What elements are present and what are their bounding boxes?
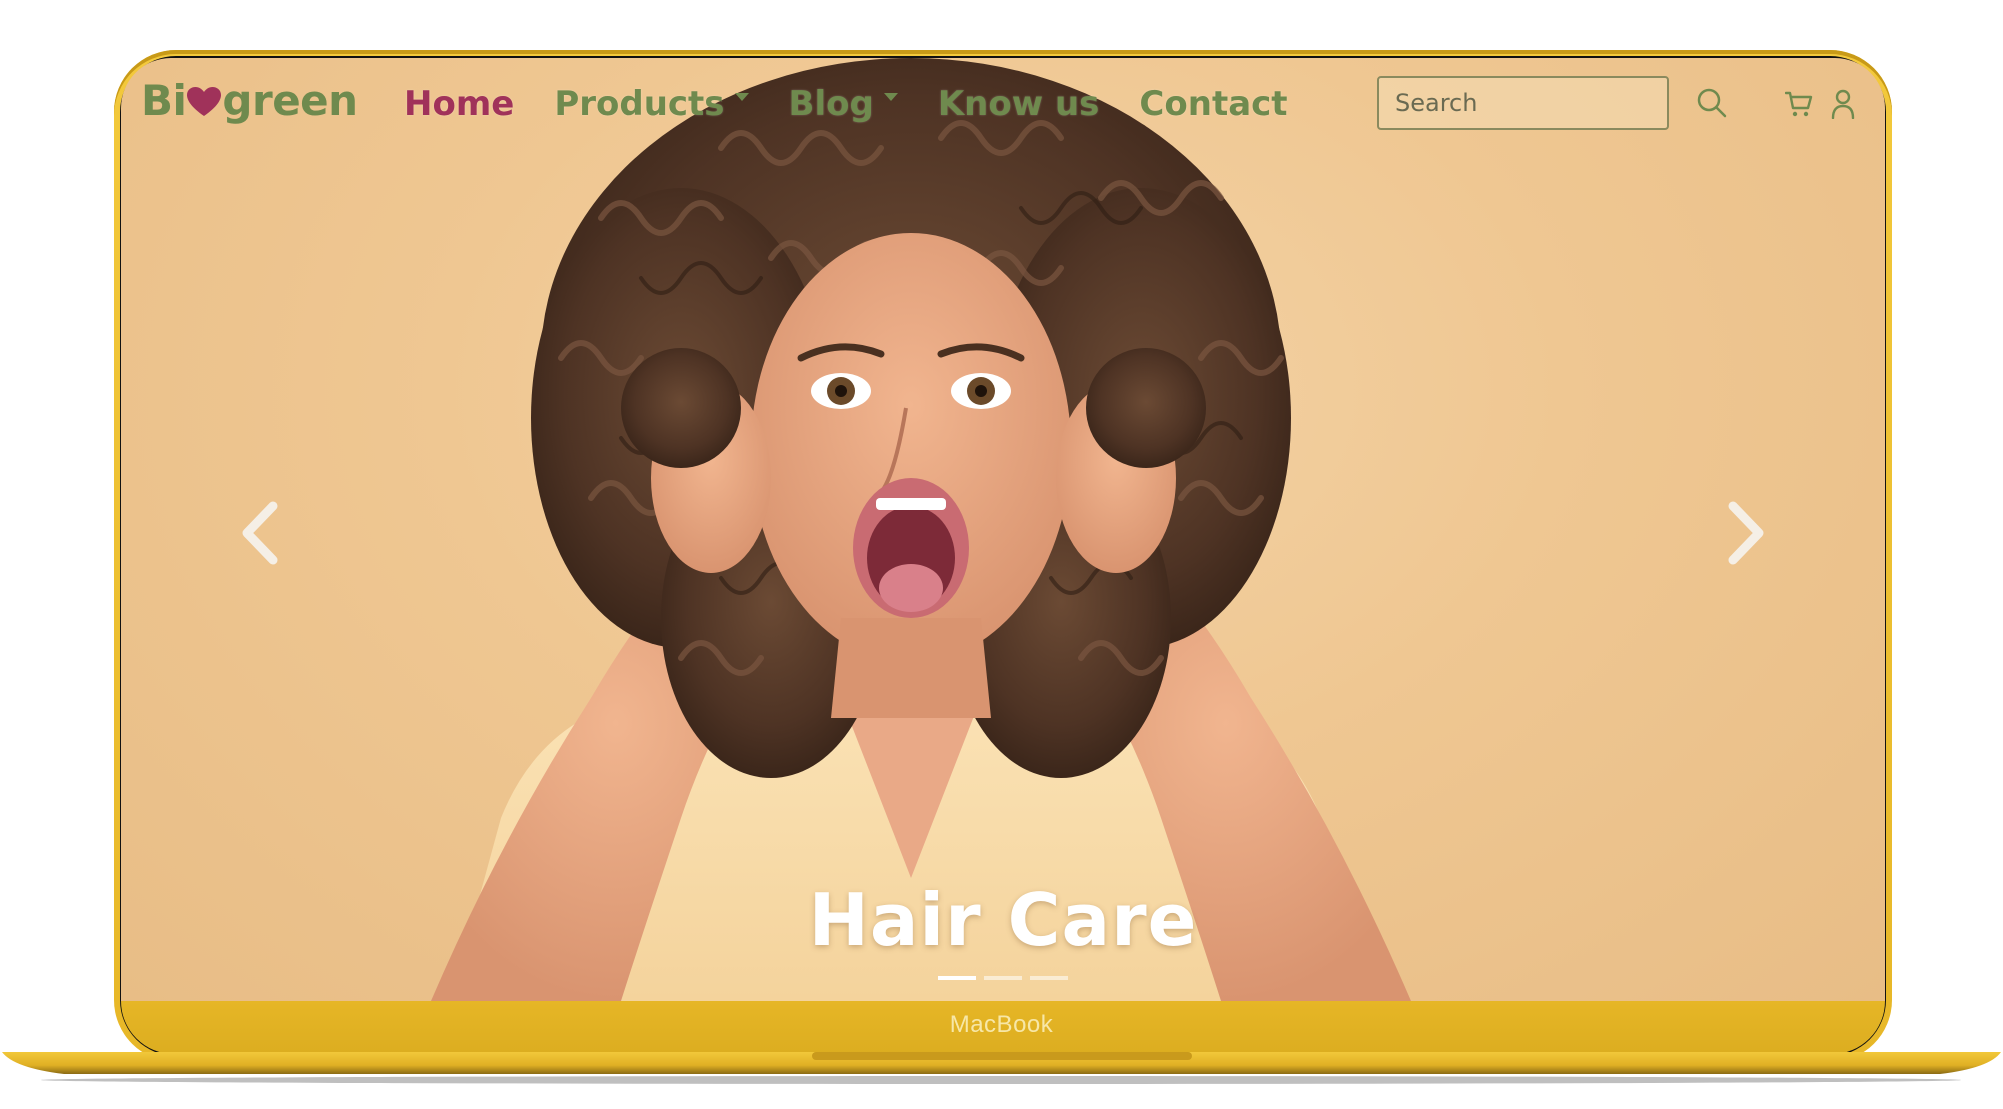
nav-contact[interactable]: Contact — [1139, 84, 1287, 124]
carousel-indicator[interactable] — [984, 976, 1022, 980]
nav-blog-label: Blog — [788, 84, 874, 124]
chevron-left-icon[interactable] — [231, 498, 291, 568]
nav-home[interactable]: Home — [404, 84, 514, 124]
device-brand-label: MacBook — [949, 1011, 1054, 1038]
hero-image — [431, 58, 1411, 1001]
search-input[interactable] — [1377, 76, 1669, 130]
cart-icon[interactable] — [1785, 90, 1813, 118]
site-navbar: Bi green Home Products Blog Know us Conta… — [121, 58, 1885, 170]
carousel-indicator[interactable] — [1030, 976, 1068, 980]
chevron-down-icon — [883, 93, 898, 101]
chevron-right-icon[interactable] — [1715, 498, 1775, 568]
heart-icon — [187, 87, 222, 116]
website-screen: Bi green Home Products Blog Know us Conta… — [121, 58, 1885, 1001]
carousel-indicator[interactable] — [938, 976, 976, 980]
carousel-indicators — [121, 976, 1885, 980]
nav-blog[interactable]: Blog — [789, 84, 898, 124]
site-logo[interactable]: Bi green — [141, 76, 358, 125]
nav-know-us[interactable]: Know us — [938, 84, 1100, 124]
chevron-down-icon — [734, 93, 749, 101]
search-icon[interactable] — [1697, 88, 1727, 118]
nav-products[interactable]: Products — [554, 84, 749, 124]
nav-products-label: Products — [554, 84, 725, 124]
main-nav: Home Products Blog Know us Contact — [404, 84, 1328, 124]
user-icon[interactable] — [1831, 89, 1855, 119]
laptop-mockup: Bi green Home Products Blog Know us Conta… — [0, 0, 2003, 1109]
logo-text-right: green — [222, 76, 358, 125]
hero-caption: Hair Care — [808, 878, 1198, 962]
laptop-base — [2, 1052, 2001, 1084]
logo-text-left: Bi — [141, 76, 187, 125]
